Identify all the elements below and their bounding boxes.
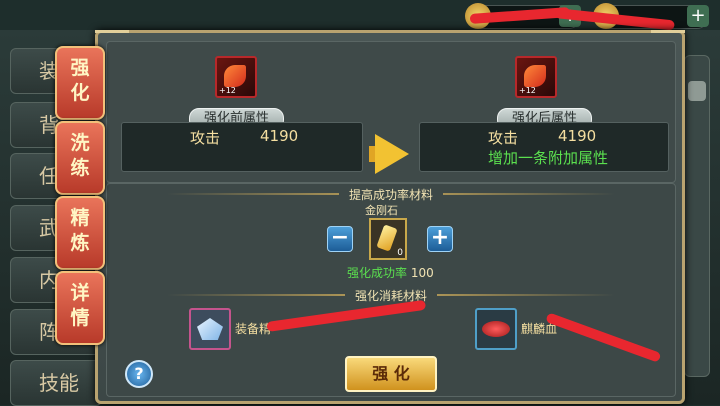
- glove-icon: [224, 65, 246, 87]
- increase-button[interactable]: +: [427, 226, 453, 252]
- success-material-title: 提高成功率材料: [99, 186, 683, 203]
- equipment-after-icon[interactable]: +12: [515, 56, 557, 98]
- tab-label: 强化: [70, 57, 90, 104]
- before-stat-box: 攻击 4190: [121, 122, 363, 172]
- tab-label: 洗练: [70, 132, 90, 179]
- material-count: 0: [397, 248, 403, 258]
- success-rate: 强化成功率 100: [347, 264, 434, 281]
- decrease-button[interactable]: −: [327, 226, 353, 252]
- top-resource-bar: + +: [0, 0, 720, 32]
- scroll-thumb[interactable]: [688, 81, 706, 101]
- tab-enhance[interactable]: 强化: [55, 46, 105, 120]
- extra-attribute: 增加一条附加属性: [488, 149, 609, 167]
- redaction-scribble: [545, 312, 662, 363]
- help-button[interactable]: ?: [125, 360, 153, 388]
- tab-refine[interactable]: 精炼: [55, 196, 105, 270]
- rate-value: 100: [410, 266, 434, 280]
- stat-value: 4190: [558, 127, 597, 145]
- tab-label: 详情: [70, 282, 90, 329]
- cost-material-title: 强化消耗材料: [99, 287, 683, 304]
- diamond-icon: [376, 224, 398, 252]
- crystal-icon: [197, 318, 223, 340]
- background-scrollbar[interactable]: [684, 55, 710, 377]
- bg-tab-skill[interactable]: 技能: [10, 360, 102, 406]
- tab-refine-wash[interactable]: 洗练: [55, 121, 105, 195]
- enhance-dialog: +12 强化前属性 攻击 4190 +12 强化后属性 攻击 4190 增加一条…: [95, 30, 685, 404]
- material-name: 金刚石: [365, 204, 398, 217]
- after-stat-box: 攻击 4190 增加一条附加属性: [419, 122, 669, 172]
- right-arrow-icon: [375, 134, 409, 174]
- section-title-text: 提高成功率材料: [338, 188, 443, 202]
- equip-level: +12: [519, 86, 536, 95]
- stat-value: 4190: [260, 127, 299, 145]
- stat-name: 攻击: [488, 129, 519, 147]
- enhance-button[interactable]: 强 化: [345, 356, 437, 392]
- bg-tab-label: 技能: [39, 371, 79, 395]
- stat-name: 攻击: [190, 129, 221, 147]
- diamond-material-slot[interactable]: 0: [369, 218, 407, 260]
- material-slot-blood[interactable]: [475, 308, 517, 350]
- rate-label: 强化成功率: [347, 266, 408, 280]
- material-name: 装备精: [235, 322, 272, 336]
- equip-level: +12: [219, 86, 236, 95]
- material-slot-essence[interactable]: [189, 308, 231, 350]
- equipment-before-icon[interactable]: +12: [215, 56, 257, 98]
- add-coin-button[interactable]: +: [687, 5, 709, 27]
- attribute-compare-panel: +12 强化前属性 攻击 4190 +12 强化后属性 攻击 4190 增加一条…: [106, 41, 676, 183]
- materials-panel: 提高成功率材料 金刚石 − 0 + 强化成功率 100 强化消耗材料 装备精 麒…: [106, 183, 676, 397]
- tab-details[interactable]: 详情: [55, 271, 105, 345]
- tab-label: 精炼: [70, 207, 90, 254]
- redaction-scribble: [266, 299, 427, 332]
- blood-icon: [482, 321, 510, 337]
- glove-icon: [524, 65, 546, 87]
